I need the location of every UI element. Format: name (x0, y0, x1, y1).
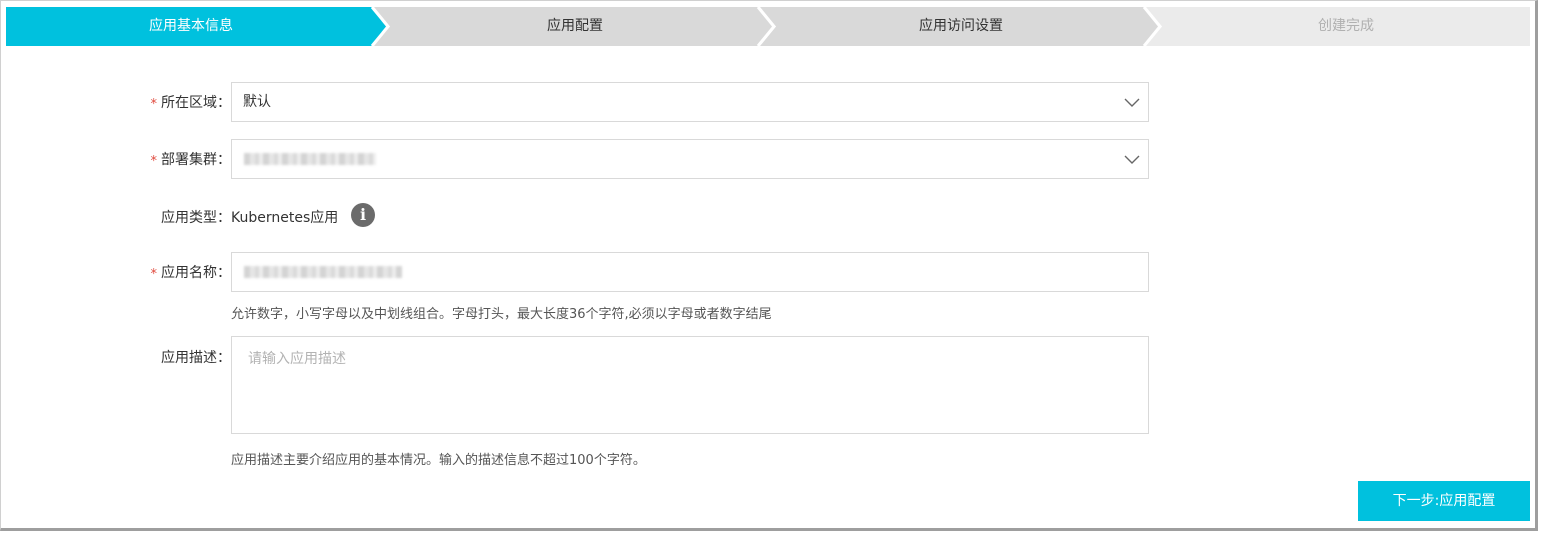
app-type-value: Kubernetes应用 (231, 210, 339, 226)
required-mark: * (150, 97, 158, 112)
next-step-button[interactable]: 下一步:应用配置 (1358, 481, 1530, 521)
app-desc-placeholder: 请输入应用描述 (248, 351, 346, 367)
cluster-value-redacted (244, 153, 376, 165)
app-name-label: * 应用名称： (150, 265, 232, 282)
step-basic-info[interactable]: 应用基本信息 (6, 7, 376, 46)
app-desc-label: 应用描述： (161, 350, 231, 366)
app-name-value-redacted (244, 266, 402, 278)
app-name-input[interactable] (231, 252, 1149, 292)
app-name-hint: 允许数字，小写字母以及中划线组合。字母打头，最大长度36个字符,必须以字母或者数… (231, 307, 772, 322)
region-select[interactable]: 默认 (231, 82, 1149, 122)
chevron-down-icon (1124, 98, 1140, 107)
required-mark: * (150, 267, 158, 282)
app-desc-hint: 应用描述主要介绍应用的基本情况。输入的描述信息不超过100个字符。 (231, 453, 646, 468)
app-type-label: 应用类型： (161, 210, 231, 226)
info-icon[interactable]: i (351, 203, 375, 227)
required-mark: * (150, 154, 158, 169)
app-desc-textarea[interactable]: 请输入应用描述 (231, 336, 1149, 434)
step-complete: 创建完成 (1318, 18, 1374, 34)
cluster-label: * 部署集群： (150, 152, 232, 169)
region-value: 默认 (243, 94, 271, 110)
step-app-config[interactable]: 应用配置 (390, 7, 760, 46)
cluster-select[interactable] (231, 139, 1149, 179)
step-access-settings[interactable]: 应用访问设置 (776, 7, 1146, 46)
wizard-steps: 应用基本信息 应用配置 应用访问设置 创建完成 (6, 7, 1530, 46)
chevron-down-icon (1124, 155, 1140, 164)
region-label: * 所在区域： (150, 95, 232, 112)
